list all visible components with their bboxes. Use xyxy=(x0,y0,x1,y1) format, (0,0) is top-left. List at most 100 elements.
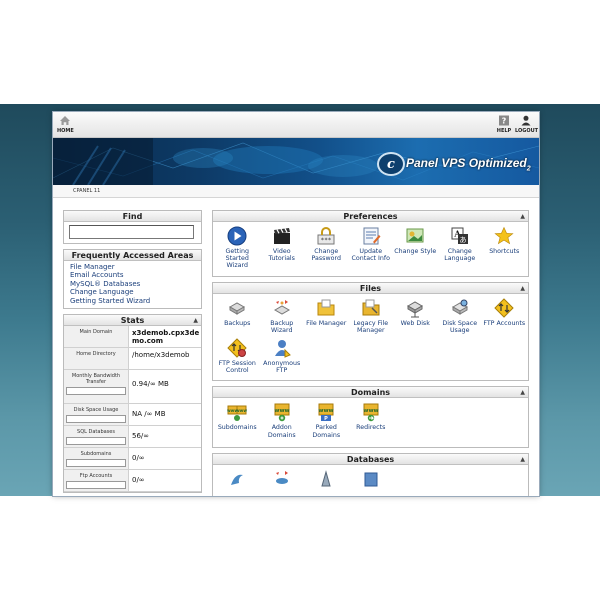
anon-ftp-icon xyxy=(274,340,291,358)
stats-header[interactable]: Stats ▲ xyxy=(64,315,201,327)
domains-title: Domains xyxy=(350,388,391,398)
item-label: FTP Session Control xyxy=(218,360,256,375)
change-password-item[interactable]: *** Change Password xyxy=(304,226,349,270)
find-title: Find xyxy=(64,211,201,222)
web-disk-item[interactable]: Web Disk xyxy=(393,298,438,334)
databases-title: Databases xyxy=(346,454,395,464)
ftp-session-control-item[interactable]: FTP Session Control xyxy=(215,338,260,374)
stat-value: x3demob.cpx3demo.com xyxy=(132,329,200,346)
database-item[interactable] xyxy=(304,469,349,491)
legacy-folder-icon xyxy=(362,299,380,316)
getting-started-wizard-item[interactable]: Getting Started Wizard xyxy=(215,226,260,270)
top-toolbar: HOME ? HELP LOGOUT xyxy=(53,112,539,138)
addon-domains-item[interactable]: www Addon Domains xyxy=(260,402,305,439)
update-contact-info-item[interactable]: Update Contact Info xyxy=(349,226,394,270)
collapse-arrow-icon[interactable]: ▲ xyxy=(193,315,198,326)
disk-space-usage-item[interactable]: Disk Space Usage xyxy=(438,298,483,334)
domains-header[interactable]: Domains ▲ xyxy=(213,387,528,399)
stat-label: Disk Space Usage xyxy=(64,404,129,426)
frequent-link-change-language[interactable]: Change Language xyxy=(70,288,195,296)
stat-row-sql-databases: SQL Databases 56/∞ xyxy=(64,426,201,449)
stat-label-text: Monthly Bandwidth Transfer xyxy=(71,373,121,386)
frequent-link-email-accounts[interactable]: Email Accounts xyxy=(70,271,195,279)
change-language-item[interactable]: Aあ Change Language xyxy=(438,226,483,270)
stat-row-ftp-accounts: Ftp Accounts 0/∞ xyxy=(64,470,201,493)
addon-domains-icon: www xyxy=(274,403,289,422)
collapse-arrow-icon[interactable]: ▲ xyxy=(520,211,525,222)
screenshot-stage: HOME ? HELP LOGOUT c Panel VPS Optimized… xyxy=(0,0,600,600)
mysql-dolphin-icon xyxy=(231,474,244,485)
video-tutorials-item[interactable]: Video Tutorials xyxy=(260,226,305,270)
subdomains-icon: wwwwww xyxy=(227,405,247,422)
collapse-arrow-icon[interactable]: ▲ xyxy=(520,387,525,398)
stat-label-text: Main Domain xyxy=(79,329,113,336)
item-label: Change Language xyxy=(444,248,476,263)
stat-label: Monthly Bandwidth Transfer xyxy=(64,370,129,404)
backups-item[interactable]: Backups xyxy=(215,298,260,334)
backup-wizard-item[interactable]: Backup Wizard xyxy=(260,298,305,334)
backup-wizard-icon xyxy=(273,299,290,315)
anonymous-ftp-item[interactable]: Anonymous FTP xyxy=(260,338,305,374)
svg-text:www: www xyxy=(236,408,247,413)
subdomains-item[interactable]: www www Subdomains xyxy=(215,402,260,438)
stat-label: Main Domain xyxy=(64,326,129,348)
preferences-panel: Preferences ▲ Getting Started Wizard Vide… xyxy=(212,210,529,277)
frequent-link-file-manager[interactable]: File Manager xyxy=(70,263,195,271)
stat-label: Subdomains xyxy=(64,448,129,470)
postgres-icon xyxy=(364,472,378,487)
help-button[interactable]: ? HELP xyxy=(496,115,512,134)
database-item[interactable] xyxy=(349,469,394,491)
item-label: Web Disk xyxy=(400,319,430,327)
item-label: Getting Started Wizard xyxy=(225,248,249,270)
usage-bar xyxy=(66,387,126,396)
collapse-arrow-icon[interactable]: ▲ xyxy=(520,454,525,465)
stat-label: SQL Databases xyxy=(64,426,129,448)
stat-row-home-directory: Home Directory /home/x3demob xyxy=(64,348,201,371)
databases-header[interactable]: Databases ▲ xyxy=(213,453,528,465)
stat-value: 0/∞ xyxy=(132,476,145,485)
files-items: Backups Backup Wizard File Manager Legac… xyxy=(213,294,528,381)
logo-text: Panel VPS Optimized xyxy=(406,155,527,170)
ftp-icon xyxy=(494,297,514,318)
frequent-areas-title: Frequently Accessed Areas xyxy=(64,250,201,261)
database-item[interactable] xyxy=(260,469,305,491)
stats-box: Stats ▲ Main Domain x3demob.cpx3demo.com … xyxy=(63,314,202,494)
stat-row-disk-space: Disk Space Usage NA /∞ MB xyxy=(64,404,201,427)
preferences-title: Preferences xyxy=(343,212,398,221)
frequent-link-getting-started[interactable]: Getting Started Wizard xyxy=(70,297,195,305)
item-label: Video Tutorials xyxy=(268,248,295,263)
databases-items xyxy=(213,465,528,496)
svg-text:***: *** xyxy=(321,237,332,244)
breadcrumb-label[interactable]: CPANEL 11 xyxy=(73,188,100,194)
right-column: Preferences ▲ Getting Started Wizard Vide… xyxy=(212,210,529,496)
home-button[interactable]: HOME xyxy=(57,115,74,134)
frequent-link-mysql-databases[interactable]: MySQL® Databases xyxy=(70,280,195,288)
shortcuts-item[interactable]: Shortcuts xyxy=(482,226,527,270)
frequent-areas-box: Frequently Accessed Areas File Manager E… xyxy=(63,249,202,310)
item-label: Update Contact Info xyxy=(351,248,390,263)
stat-row-main-domain: Main Domain x3demob.cpx3demo.com xyxy=(64,326,201,349)
files-header[interactable]: Files ▲ xyxy=(213,282,528,294)
redirects-item[interactable]: www Redirects xyxy=(349,402,394,438)
collapse-arrow-icon[interactable]: ▲ xyxy=(520,283,525,294)
database-item[interactable] xyxy=(215,469,260,491)
item-label: Parked Domains xyxy=(312,424,341,439)
find-input[interactable] xyxy=(69,225,194,239)
parked-domains-item[interactable]: www P Parked Domains xyxy=(304,402,349,439)
ftp-accounts-item[interactable]: FTP Accounts xyxy=(482,297,527,334)
usage-bar xyxy=(66,415,126,424)
preferences-items: Getting Started Wizard Video Tutorials *… xyxy=(213,222,528,276)
logout-button[interactable]: LOGOUT xyxy=(515,115,538,134)
item-label: Anonymous FTP xyxy=(263,360,301,375)
stat-row-subdomains: Subdomains 0/∞ xyxy=(64,448,201,471)
file-manager-item[interactable]: File Manager xyxy=(304,298,349,334)
preferences-header[interactable]: Preferences ▲ xyxy=(213,211,528,222)
item-label: File Manager xyxy=(306,319,347,327)
contact-icon xyxy=(363,227,381,245)
domains-panel: Domains ▲ www www Subdomains www Addon Dom… xyxy=(212,386,529,448)
redirects-icon: www xyxy=(363,403,378,422)
backup-icon xyxy=(229,302,246,315)
legacy-file-manager-item[interactable]: Legacy File Manager xyxy=(349,298,394,334)
change-style-item[interactable]: Change Style xyxy=(393,226,438,270)
databases-panel: Databases ▲ xyxy=(212,452,529,496)
